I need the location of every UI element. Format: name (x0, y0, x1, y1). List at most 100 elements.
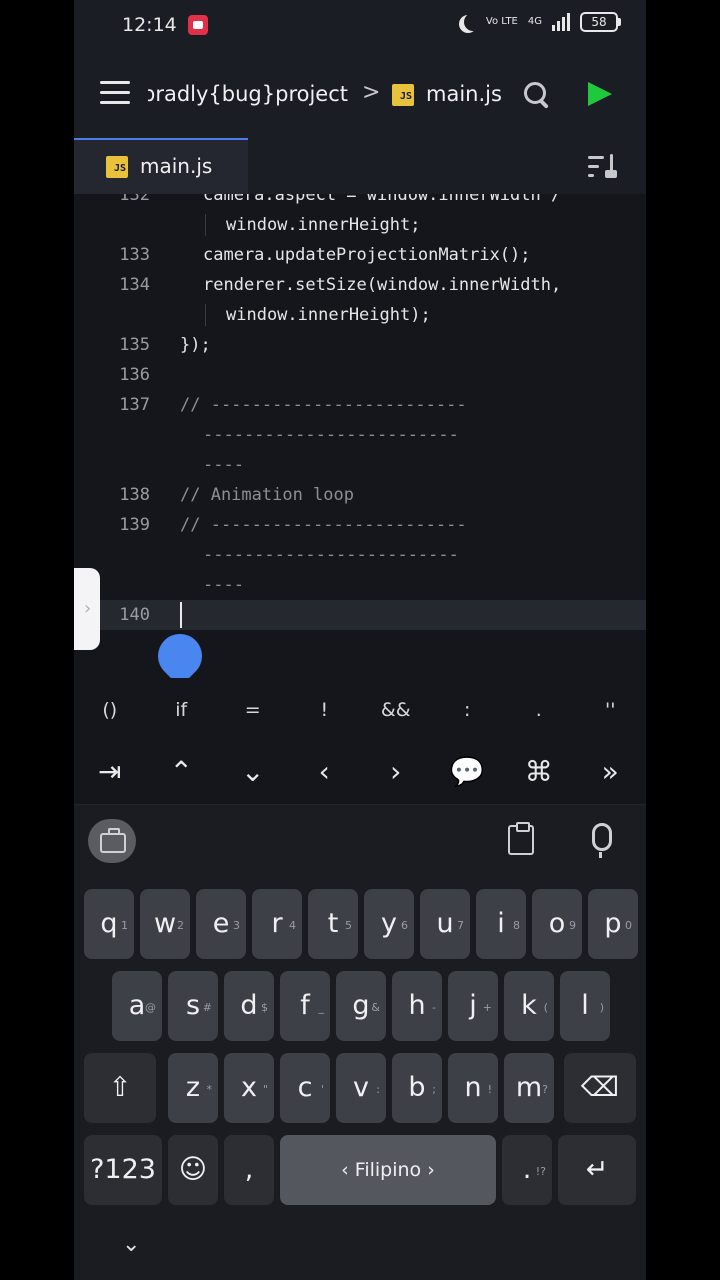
key-a[interactable]: a @ (112, 971, 162, 1041)
key-hint: ( (543, 1001, 548, 1014)
symbol-key[interactable]: . (503, 678, 575, 742)
key-hint: " (262, 1083, 268, 1096)
screen-record-icon (188, 15, 208, 35)
key-hint: ! (487, 1083, 492, 1096)
symbol-key[interactable]: if (146, 678, 218, 742)
arrow-left-key[interactable]: ‹ (289, 742, 361, 804)
key-s[interactable]: s # (168, 971, 218, 1041)
key-label: ⌫ (580, 1072, 620, 1103)
arrow-down-key[interactable]: ⌄ (217, 742, 289, 804)
backspace-key[interactable]: ⌫ (564, 1053, 636, 1123)
key-hint: 7 (457, 919, 464, 932)
key-r[interactable]: r4 (252, 889, 302, 959)
code-line: 139 // ------------------------- (74, 510, 646, 540)
microphone-icon[interactable] (592, 823, 612, 858)
symbol-key[interactable]: () (74, 678, 146, 742)
key-w[interactable]: w2 (140, 889, 190, 959)
key-g[interactable]: g & (336, 971, 386, 1041)
key-k[interactable]: k( (504, 971, 554, 1041)
ai-assist-key[interactable]: 💬 (432, 742, 504, 804)
key-label: t (327, 908, 339, 939)
key-t[interactable]: t5 (308, 889, 358, 959)
key-p[interactable]: p0 (588, 889, 638, 959)
key-hint: $ (261, 1001, 268, 1014)
search-button[interactable] (524, 82, 550, 109)
status-bar: 12:14 Vo LTE 4G 58 (74, 0, 646, 50)
key-z[interactable]: z * (168, 1053, 218, 1123)
side-panel-handle[interactable]: › (74, 568, 100, 650)
key-d[interactable]: d $ (224, 971, 274, 1041)
code-line: 135}); (74, 330, 646, 360)
key-i[interactable]: i8 (476, 889, 526, 959)
comma-key[interactable]: , (224, 1135, 274, 1205)
numbers-key[interactable]: ?123 (84, 1135, 162, 1205)
shift-key[interactable]: ⇧ (84, 1053, 156, 1123)
code-comment: ---- (203, 575, 244, 595)
key-q[interactable]: q1 (84, 889, 134, 959)
symbol-key[interactable]: '' (575, 678, 647, 742)
more-keys[interactable]: » (575, 742, 647, 804)
key-o[interactable]: o9 (532, 889, 582, 959)
symbol-key[interactable]: && (360, 678, 432, 742)
hide-keyboard-icon[interactable]: ⌄ (122, 1232, 140, 1257)
key-e[interactable]: e3 (196, 889, 246, 959)
cursor-drag-handle[interactable] (148, 624, 212, 678)
code-line: 137 // ------------------------- (74, 390, 646, 420)
key-hint: - (432, 1001, 436, 1014)
key-label: m (515, 1072, 543, 1103)
js-file-icon: JS (106, 156, 128, 178)
code-text: window.innerHeight); (226, 305, 431, 325)
code-line: ---- (74, 450, 646, 480)
code-editor[interactable]: 132 camera.aspect = window.innerWidth / wi… (74, 194, 646, 678)
volte-label: Vo LTE (485, 16, 518, 27)
key-v[interactable]: v: (336, 1053, 386, 1123)
command-key[interactable]: ⌘ (503, 742, 575, 804)
symbol-key[interactable]: : (432, 678, 504, 742)
arrow-right-key[interactable]: › (360, 742, 432, 804)
key-label: ⇧ (108, 1072, 132, 1103)
key-hint: & (371, 1001, 380, 1014)
arrow-up-key[interactable]: ⌃ (146, 742, 218, 804)
line-number: 133 (119, 245, 150, 265)
key-label: e (212, 908, 230, 939)
period-key[interactable]: .!? (502, 1135, 552, 1205)
emoji-key[interactable]: ☺ (168, 1135, 218, 1205)
menu-button[interactable] (100, 81, 130, 107)
breadcrumb-file[interactable]: main.js (426, 82, 502, 106)
key-c[interactable]: c ' (280, 1053, 330, 1123)
clipboard-icon[interactable] (508, 822, 534, 855)
space-key[interactable]: ‹ Filipino › (280, 1135, 496, 1205)
run-button[interactable] (588, 82, 612, 106)
code-comment: ------------------------- (203, 545, 459, 565)
key-hint: 0 (625, 919, 632, 932)
key-label: d (240, 990, 258, 1021)
key-hint: + (482, 1001, 492, 1014)
key-h[interactable]: h- (392, 971, 442, 1041)
symbol-key[interactable]: ! (289, 678, 361, 742)
key-label: s (185, 990, 201, 1021)
enter-key[interactable]: ↵ (558, 1135, 636, 1205)
breadcrumb-project[interactable]: Unbradly{bug}project (148, 82, 348, 106)
tab-main-js[interactable]: JS main.js (74, 138, 248, 194)
key-l[interactable]: l) (560, 971, 610, 1041)
symbol-key[interactable]: = (217, 678, 289, 742)
line-number: 135 (119, 335, 150, 355)
sort-button[interactable] (588, 154, 620, 180)
key-u[interactable]: u7 (420, 889, 470, 959)
line-number: 136 (119, 365, 150, 385)
key-label: b (408, 1072, 426, 1103)
key-m[interactable]: m? (504, 1053, 554, 1123)
key-label: z (185, 1072, 201, 1103)
keyboard-apps-button[interactable] (88, 819, 136, 863)
key-hint: 3 (233, 919, 240, 932)
code-line: 138 // Animation loop (74, 480, 646, 510)
key-b[interactable]: b; (392, 1053, 442, 1123)
tab-key[interactable]: ⇥ (74, 742, 146, 804)
line-number: 139 (119, 515, 150, 535)
key-n[interactable]: n! (448, 1053, 498, 1123)
key-y[interactable]: y6 (364, 889, 414, 959)
key-j[interactable]: j + (448, 971, 498, 1041)
key-label: y (381, 908, 397, 939)
key-f[interactable]: f _ (280, 971, 330, 1041)
key-x[interactable]: x " (224, 1053, 274, 1123)
